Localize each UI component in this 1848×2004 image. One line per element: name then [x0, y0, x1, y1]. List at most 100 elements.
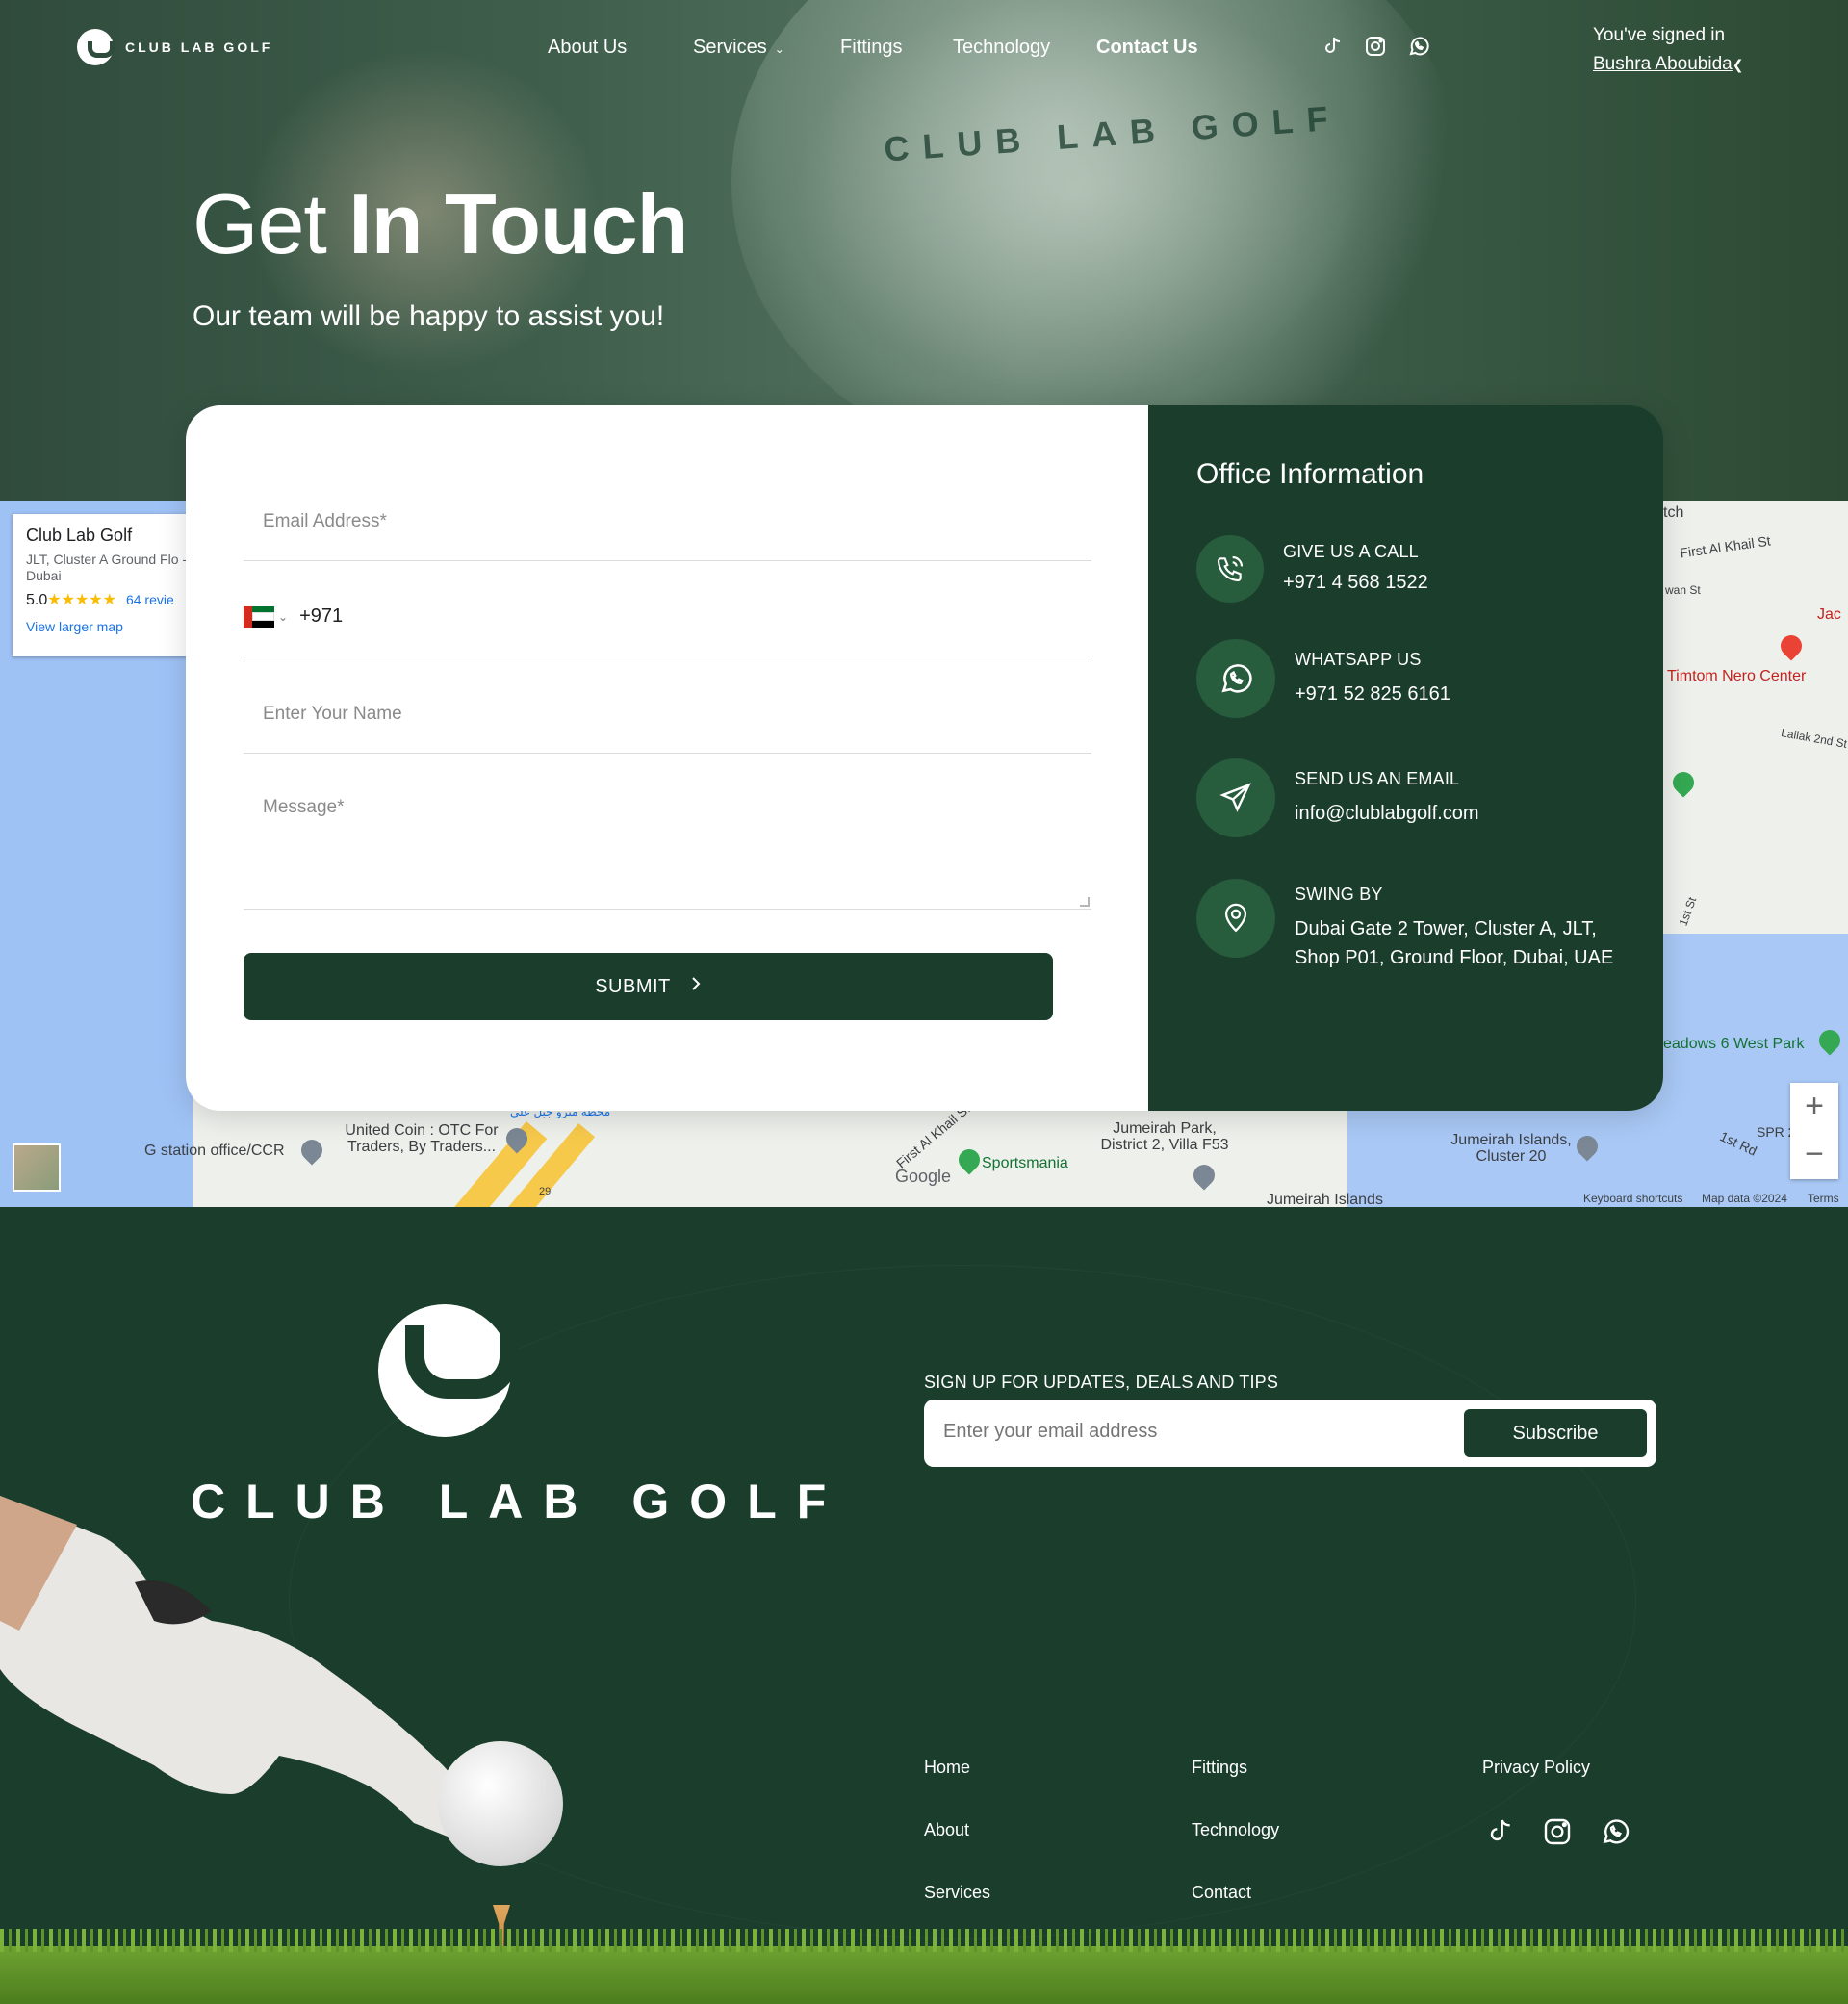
- call-value: +971 4 568 1522: [1283, 571, 1428, 593]
- map-keyboard-shortcuts[interactable]: Keyboard shortcuts: [1583, 1192, 1682, 1205]
- map-pin-icon[interactable]: [296, 1135, 327, 1166]
- nav-services-label: Services: [693, 37, 767, 58]
- rating-stars: ★★★★★: [47, 592, 116, 608]
- whatsapp-icon[interactable]: [1598, 1814, 1632, 1849]
- site-footer: CLUB LAB GOLF SIGN UP FOR UPDATES, DEALS…: [0, 1207, 1848, 2004]
- map-label: First Al Khail St: [1679, 532, 1772, 561]
- footer-link-privacy[interactable]: Privacy Policy: [1482, 1758, 1590, 1778]
- footer-link-technology[interactable]: Technology: [1192, 1820, 1279, 1840]
- send-icon: [1196, 758, 1275, 837]
- rating-value: 5.0: [26, 592, 48, 608]
- whatsapp-text: WHATSAPP US +971 52 825 6161: [1295, 650, 1450, 708]
- map-label: Sportsmania: [982, 1155, 1068, 1171]
- address-value: Dubai Gate 2 Tower, Cluster A, JLT, Shop…: [1295, 918, 1614, 968]
- footer-link-services[interactable]: Services: [924, 1883, 990, 1903]
- map-label: Lailak 2nd St: [1780, 726, 1848, 751]
- chevron-down-icon: ⌄: [278, 609, 289, 624]
- phone-input-row: ⌄ +971: [244, 605, 1091, 628]
- office-title: Office Information: [1196, 458, 1424, 490]
- instagram-icon[interactable]: [1362, 33, 1389, 60]
- logo-text: CLUB LAB GOLF: [125, 39, 273, 55]
- chevron-down-icon: ⌄: [774, 42, 784, 56]
- map-label: wan St: [1665, 583, 1701, 597]
- nav-technology[interactable]: Technology: [953, 37, 1050, 59]
- email-item[interactable]: SEND US AN EMAIL info@clublabgolf.com: [1196, 758, 1479, 837]
- signed-in-status: You've signed in Bushra Aboubida❮: [1593, 21, 1743, 79]
- submit-button[interactable]: SUBMIT: [244, 953, 1053, 1020]
- logo-icon: [77, 29, 115, 65]
- nav-fittings[interactable]: Fittings: [840, 37, 902, 59]
- page-title: Get In Touch: [192, 175, 688, 273]
- map-label: G station office/CCR: [144, 1143, 285, 1159]
- name-field[interactable]: Enter Your Name: [244, 704, 1091, 754]
- map-pin-icon[interactable]: [1668, 767, 1699, 798]
- nav-about-us[interactable]: About Us: [548, 37, 627, 59]
- tiktok-icon[interactable]: [1319, 33, 1346, 60]
- submit-label: SUBMIT: [595, 975, 671, 997]
- call-label: GIVE US A CALL: [1283, 541, 1419, 561]
- address-item[interactable]: SWING BY Dubai Gate 2 Tower, Cluster A, …: [1196, 879, 1622, 972]
- map-label: United Coin : OTC For Traders, By Trader…: [345, 1122, 499, 1155]
- footer-logo-icon: [378, 1304, 519, 1437]
- message-placeholder: Message*: [263, 797, 345, 817]
- chevron-right-icon: [690, 975, 702, 998]
- resize-handle-icon[interactable]: [1080, 897, 1090, 907]
- map-data-credit: Map data ©2024: [1702, 1192, 1787, 1205]
- footer-link-contact[interactable]: Contact: [1192, 1883, 1251, 1903]
- phone-field[interactable]: ⌄ +971: [244, 605, 1091, 655]
- tiktok-icon[interactable]: [1482, 1814, 1517, 1849]
- subscribe-button[interactable]: Subscribe: [1464, 1409, 1647, 1457]
- location-pin-icon: [1196, 879, 1275, 958]
- address-text: SWING BY Dubai Gate 2 Tower, Cluster A, …: [1295, 885, 1622, 972]
- reviews-link[interactable]: 64 revie: [126, 592, 174, 607]
- email-text: SEND US AN EMAIL info@clublabgolf.com: [1295, 769, 1479, 828]
- contact-card: Email Address* ⌄ +971 Enter Your Name Me…: [186, 405, 1663, 1111]
- footer-link-home[interactable]: Home: [924, 1758, 970, 1778]
- whatsapp-icon[interactable]: [1405, 33, 1432, 60]
- map-place-title: Club Lab Golf: [26, 526, 133, 545]
- footer-link-about[interactable]: About: [924, 1820, 969, 1840]
- call-text: GIVE US A CALL +971 4 568 1522: [1283, 542, 1428, 597]
- map-place-address: JLT, Cluster A Ground Flo - Dubai: [26, 552, 188, 583]
- uae-flag-icon[interactable]: [244, 605, 274, 628]
- footer-link-fittings[interactable]: Fittings: [1192, 1758, 1247, 1778]
- page-subtitle: Our team will be happy to assist you!: [192, 300, 665, 332]
- golf-ball-image: [438, 1741, 563, 1866]
- user-menu[interactable]: Bushra Aboubida❮: [1593, 50, 1743, 79]
- phone-country-code: +971: [299, 605, 344, 627]
- call-item[interactable]: GIVE US A CALL +971 4 568 1522: [1196, 535, 1428, 603]
- title-bold: In Touch: [348, 176, 688, 271]
- zoom-out-button[interactable]: −: [1790, 1131, 1838, 1179]
- zoom-in-button[interactable]: +: [1790, 1083, 1838, 1131]
- map-label: Google: [895, 1167, 952, 1186]
- map-satellite-toggle[interactable]: [13, 1143, 61, 1192]
- address-label: SWING BY: [1295, 885, 1383, 904]
- site-logo[interactable]: CLUB LAB GOLF: [77, 29, 272, 65]
- signed-in-label: You've signed in: [1593, 25, 1726, 45]
- map-terms[interactable]: Terms: [1808, 1192, 1839, 1205]
- user-name: Bushra Aboubida: [1593, 54, 1732, 74]
- map-label: eadows 6 West Park: [1663, 1036, 1805, 1052]
- map-label: Jac: [1817, 606, 1841, 623]
- email-field[interactable]: Email Address*: [244, 511, 1091, 561]
- chevron-down-icon: ❮: [1732, 57, 1744, 72]
- nav-services[interactable]: Services ⌄: [693, 37, 784, 59]
- email-placeholder: Email Address*: [263, 511, 387, 531]
- view-larger-map-link[interactable]: View larger map: [26, 619, 192, 634]
- title-light: Get: [192, 176, 327, 271]
- whatsapp-label: WHATSAPP US: [1295, 649, 1422, 669]
- map-label: Timtom Nero Center: [1667, 668, 1807, 684]
- map-label: Jumeirah Islands, Cluster 20: [1450, 1132, 1572, 1165]
- map-label: Jumeirah Park, District 2, Villa F53: [1100, 1120, 1229, 1153]
- whatsapp-item[interactable]: WHATSAPP US +971 52 825 6161: [1196, 639, 1450, 718]
- map-pin-icon[interactable]: [1189, 1160, 1219, 1191]
- instagram-icon[interactable]: [1540, 1814, 1575, 1849]
- message-field[interactable]: Message*: [244, 797, 1091, 910]
- map-pin-icon[interactable]: [1776, 630, 1807, 661]
- nav-contact-us[interactable]: Contact Us: [1096, 37, 1198, 59]
- whatsapp-icon: [1196, 639, 1275, 718]
- newsletter-email-input[interactable]: [943, 1421, 1424, 1443]
- newsletter-form: Subscribe: [924, 1400, 1656, 1467]
- phone-icon: [1196, 535, 1264, 603]
- map-pin-icon[interactable]: [954, 1144, 985, 1175]
